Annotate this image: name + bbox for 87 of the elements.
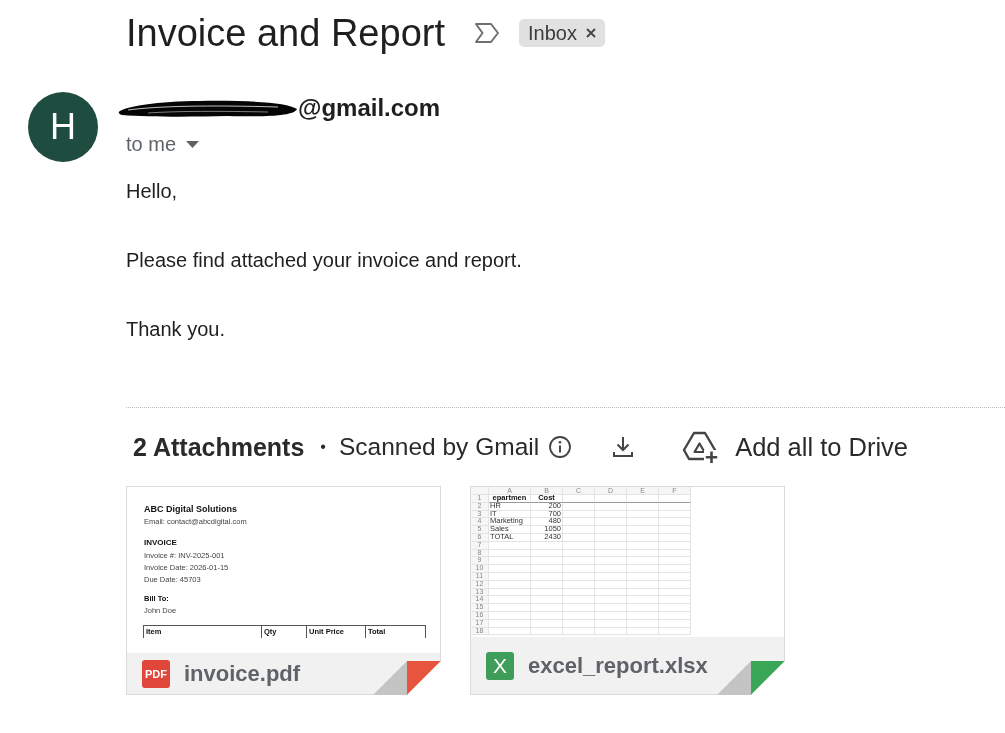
spreadsheet-cell (595, 596, 627, 605)
spreadsheet-cell (595, 580, 627, 589)
spreadsheet-cell (595, 611, 627, 620)
message-paragraph: Please find attached your invoice and report. (126, 248, 522, 272)
spreadsheet-cell (659, 627, 691, 636)
spreadsheet-cell (489, 588, 531, 597)
spreadsheet-cell (563, 572, 595, 581)
spreadsheet-cell (563, 580, 595, 589)
info-icon[interactable] (548, 435, 573, 459)
spreadsheet-cell (659, 541, 691, 550)
file-name: excel_report.xlsx (528, 652, 708, 679)
spreadsheet-cell (531, 580, 563, 589)
spreadsheet-cell (563, 541, 595, 550)
spreadsheet-cell (563, 588, 595, 597)
spreadsheet-cell (489, 580, 531, 589)
spreadsheet-cell (627, 549, 659, 558)
spreadsheet-cell (627, 541, 659, 550)
spreadsheet-cell (489, 541, 531, 550)
spreadsheet-cell (627, 557, 659, 566)
spreadsheet-corner (471, 487, 489, 495)
sender-avatar: H (28, 92, 98, 162)
spreadsheet-cell (627, 611, 659, 620)
spreadsheet-cell (531, 588, 563, 597)
spreadsheet-cell (563, 627, 595, 636)
company-name: ABC Digital Solutions (144, 503, 237, 515)
spreadsheet-cell (659, 580, 691, 589)
spreadsheet-cell (659, 619, 691, 628)
email-subject: Invoice and Report (126, 11, 445, 56)
spreadsheet-cell (595, 549, 627, 558)
spreadsheet-cell (627, 596, 659, 605)
spreadsheet-cell (627, 619, 659, 628)
file-name: invoice.pdf (184, 660, 301, 687)
inbox-label[interactable]: Inbox (519, 19, 605, 47)
caret-icon[interactable] (186, 140, 200, 148)
spreadsheet-cell (659, 588, 691, 597)
spreadsheet-cell (531, 541, 563, 550)
spreadsheet-cell (595, 588, 627, 597)
spreadsheet-cell (563, 557, 595, 566)
spreadsheet-cell (531, 557, 563, 566)
scan-note: Scanned by Gmail (338, 433, 540, 461)
spreadsheet-cell (489, 549, 531, 558)
add-all-to-drive-button[interactable]: Add all to Drive (682, 430, 909, 464)
spreadsheet-cell (627, 580, 659, 589)
sender-email: @gmail.com (298, 94, 441, 122)
close-icon[interactable] (585, 28, 596, 38)
spreadsheet-cell (659, 572, 691, 581)
spreadsheet-cell (627, 588, 659, 597)
spreadsheet-cell (531, 611, 563, 620)
drive-add-icon (682, 430, 720, 464)
document-heading: INVOICE (144, 537, 177, 549)
spreadsheet-cell (595, 627, 627, 636)
spreadsheet-cell (595, 541, 627, 550)
spreadsheet-cell (563, 549, 595, 558)
attachments-count: 2 Attachments (133, 432, 305, 462)
message-paragraph: Hello, (126, 179, 178, 203)
spreadsheet-cell (531, 596, 563, 605)
spreadsheet-cell (659, 611, 691, 620)
spreadsheet-cell (627, 627, 659, 636)
spreadsheet-cell (531, 572, 563, 581)
spreadsheet-cell (489, 611, 531, 620)
spreadsheet-cell (595, 572, 627, 581)
folded-corner-icon (717, 661, 785, 695)
spreadsheet-cell (489, 619, 531, 628)
spreadsheet-cell (531, 627, 563, 636)
spreadsheet-cell (659, 557, 691, 566)
folded-corner-icon (373, 661, 441, 695)
spreadsheet-cell (659, 549, 691, 558)
spreadsheet-cell (531, 549, 563, 558)
spreadsheet-cell (659, 596, 691, 605)
spreadsheet-cell (595, 619, 627, 628)
spreadsheet-cell (563, 611, 595, 620)
spreadsheet-file-icon: X (486, 651, 514, 680)
separator-dot: • (320, 438, 326, 456)
download-icon[interactable] (611, 435, 636, 459)
pdf-file-icon: PDF (142, 659, 170, 688)
spreadsheet-cell (563, 619, 595, 628)
message-paragraph: Thank you. (126, 317, 225, 341)
spreadsheet-cell (627, 572, 659, 581)
spreadsheet-cell (531, 619, 563, 628)
spreadsheet-cell (489, 627, 531, 636)
spreadsheet-cell (489, 557, 531, 566)
spreadsheet-cell (563, 596, 595, 605)
importance-marker-icon[interactable] (473, 21, 501, 45)
recipient-text: to me (126, 132, 177, 156)
spreadsheet-cell (489, 596, 531, 605)
spreadsheet-cell (489, 572, 531, 581)
spreadsheet-cell (595, 557, 627, 566)
